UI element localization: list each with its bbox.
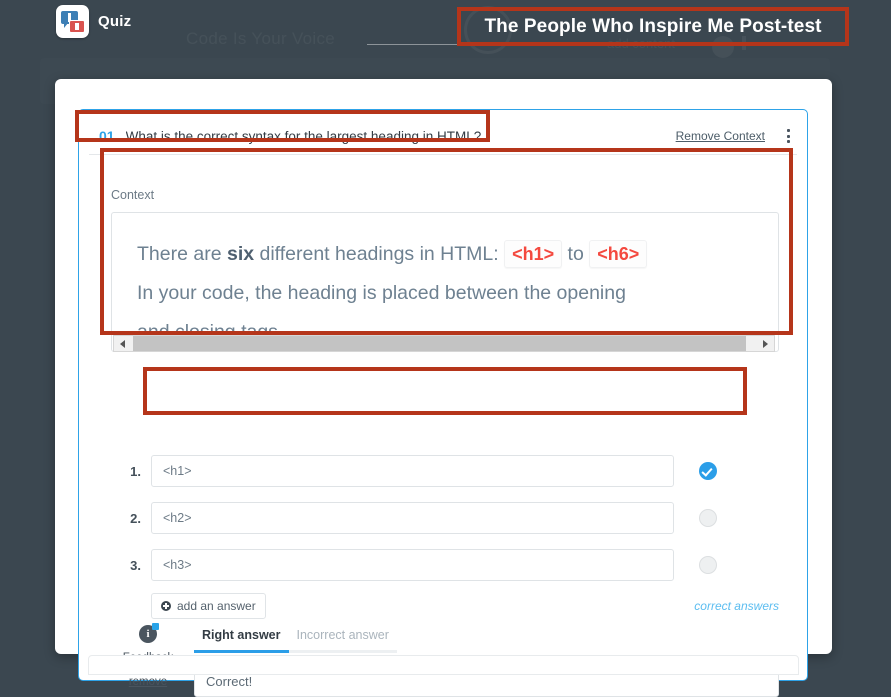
add-answer-label: add an answer — [177, 599, 256, 613]
add-answer-row: add an answer correct answers — [151, 593, 779, 619]
add-answer-button[interactable]: add an answer — [151, 593, 266, 619]
remove-context-link[interactable]: Remove Context — [676, 129, 765, 143]
context-annotation-box — [100, 148, 793, 335]
context-horizontal-scrollbar[interactable] — [113, 335, 775, 352]
quiz-speech-bubbles-icon — [56, 5, 89, 38]
caret-right-icon[interactable] — [757, 336, 774, 351]
speech-bubble-red-mark — [75, 23, 79, 30]
feedback-tabs: Right answer Incorrect answer — [194, 628, 397, 653]
answer-row: 1. <h1> — [111, 455, 779, 487]
tab-incorrect-answer[interactable]: Incorrect answer — [288, 628, 397, 653]
caret-left-icon[interactable] — [114, 336, 131, 351]
background-divider-ghost — [367, 44, 457, 45]
answer-input[interactable]: <h1> — [151, 455, 674, 487]
answer-row: 3. <h3> — [111, 549, 779, 581]
circle-empty-icon[interactable] — [699, 556, 717, 574]
more-vertical-icon[interactable] — [781, 129, 795, 143]
page-title-annotation-box: The People Who Inspire Me Post-test — [457, 7, 849, 46]
answer-input[interactable]: <h3> — [151, 549, 674, 581]
background-brand-text: Code Is Your Voice — [186, 29, 336, 48]
answer-index: 2. — [130, 510, 141, 526]
next-question-card[interactable] — [88, 655, 799, 675]
answer-1-annotation-box — [143, 367, 747, 415]
page-title: The People Who Inspire Me Post-test — [484, 15, 822, 37]
feedback-remove-link[interactable]: remove — [129, 676, 167, 688]
horizontal-scroll-thumb[interactable] — [133, 336, 747, 351]
answer-index: 3. — [130, 557, 141, 573]
info-circle-icon: i — [139, 623, 159, 643]
answer-index: 1. — [130, 463, 141, 479]
app-logo[interactable]: Quiz — [56, 5, 131, 38]
app-logo-label: Quiz — [98, 13, 132, 30]
answer-input[interactable]: <h2> — [151, 502, 674, 534]
question-header-annotation-box — [75, 110, 490, 142]
tab-right-answer[interactable]: Right answer — [194, 628, 289, 653]
speech-bubble-red-icon — [69, 20, 85, 33]
answer-row: 2. <h2> — [111, 502, 779, 534]
horizontal-scroll-track[interactable] — [131, 336, 757, 351]
check-circle-filled-icon[interactable] — [699, 462, 717, 480]
plus-circle-icon — [161, 601, 171, 611]
correct-answers-link[interactable]: correct answers — [694, 599, 779, 613]
circle-empty-icon[interactable] — [699, 509, 717, 527]
